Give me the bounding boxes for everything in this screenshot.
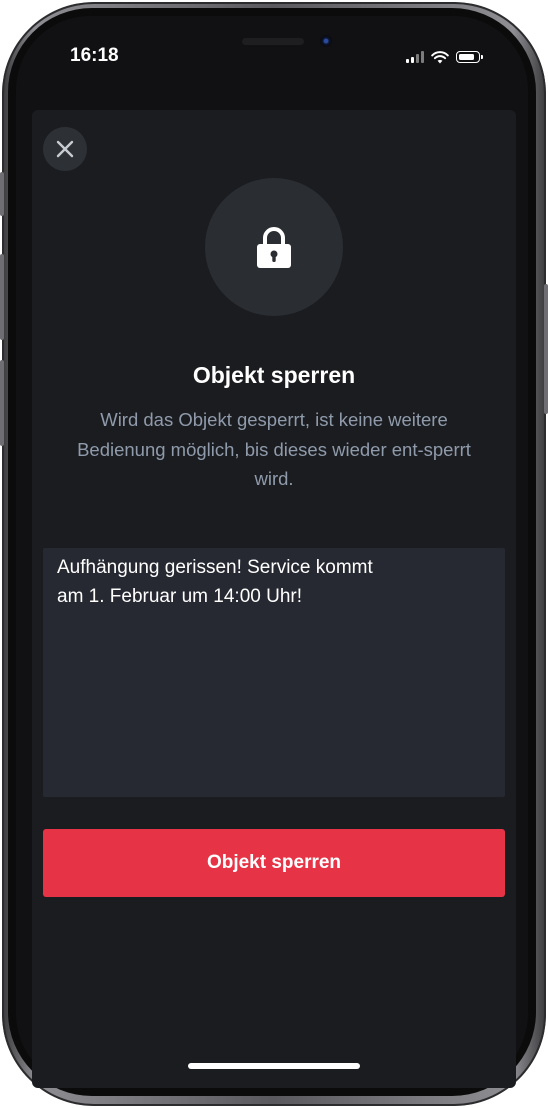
dialog-description: Wird das Objekt gesperrt, ist keine weit… — [77, 409, 471, 489]
volume-down-button — [0, 360, 4, 446]
volume-up-button — [0, 254, 4, 340]
status-icons — [406, 48, 483, 66]
front-camera — [320, 35, 332, 47]
power-button — [544, 284, 548, 414]
wifi-icon — [431, 50, 449, 63]
lock-reason-textarea[interactable]: Aufhängung gerissen! Service kommt am 1.… — [43, 548, 505, 797]
battery-icon — [456, 51, 483, 63]
close-icon — [56, 140, 74, 158]
lock-icon-badge — [205, 178, 343, 316]
mute-switch — [0, 172, 4, 216]
status-time: 16:18 — [70, 45, 119, 66]
close-button[interactable] — [43, 127, 87, 171]
lock-object-button[interactable]: Objekt sperren — [43, 829, 505, 897]
lock-icon — [257, 227, 291, 268]
dialog-title: Objekt sperren — [192, 362, 356, 388]
home-indicator — [188, 1063, 360, 1069]
earpiece-speaker — [242, 38, 304, 45]
cellular-signal-icon — [406, 51, 424, 63]
